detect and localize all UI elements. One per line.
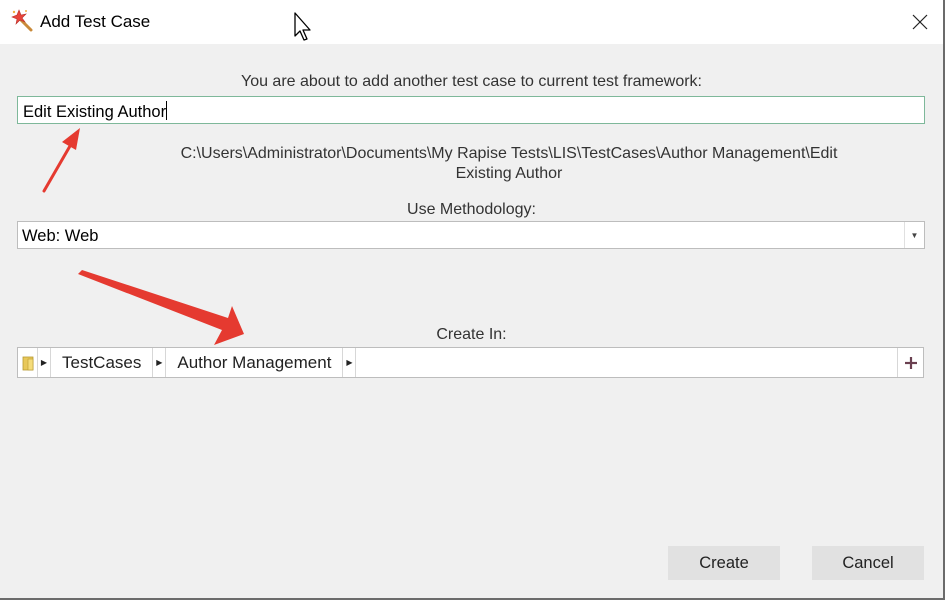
breadcrumb-item-testcases[interactable]: TestCases — [51, 348, 154, 377]
plus-icon — [904, 356, 917, 369]
test-case-path-line2: Existing Author — [455, 165, 563, 182]
methodology-label: Use Methodology: — [407, 201, 536, 218]
methodology-select[interactable]: Web: Web ▼ — [17, 221, 925, 249]
magic-wand-icon — [11, 9, 33, 32]
create-button[interactable]: Create — [668, 546, 780, 580]
breadcrumb-item-author-management[interactable]: Author Management — [166, 348, 344, 377]
create-in-label: Create In: — [436, 326, 507, 343]
annotation-arrow-up — [42, 128, 80, 193]
intro-label: You are about to add another test case t… — [240, 73, 702, 90]
add-folder-button[interactable] — [897, 348, 923, 377]
test-case-path: C:\Users\Administrator\Documents\My Rapi… — [100, 144, 918, 184]
close-icon — [912, 14, 928, 30]
folder-breadcrumb[interactable]: ▶ TestCases ▶ Author Management ▶ — [17, 347, 924, 378]
breadcrumb-empty-area[interactable] — [356, 348, 897, 377]
folder-icon — [22, 356, 33, 370]
title-bar: Add Test Case — [0, 0, 945, 44]
test-case-path-line1: C:\Users\Administrator\Documents\My Rapi… — [180, 145, 838, 162]
folder-root[interactable] — [18, 348, 38, 377]
text-caret — [166, 101, 168, 120]
breadcrumb-chevron-icon[interactable]: ▶ — [38, 348, 51, 377]
dropdown-arrow-icon[interactable]: ▼ — [904, 222, 924, 248]
methodology-value: Web: Web — [22, 227, 99, 245]
mouse-cursor-icon — [294, 12, 311, 41]
cancel-button[interactable]: Cancel — [812, 546, 924, 580]
close-button[interactable] — [895, 0, 945, 44]
breadcrumb-chevron-icon[interactable]: ▶ — [153, 348, 167, 377]
test-case-name-input[interactable]: Edit Existing Author — [17, 96, 925, 124]
window-title: Add Test Case — [40, 12, 151, 31]
test-case-name-value: Edit Existing Author — [23, 103, 167, 121]
breadcrumb-chevron-icon[interactable]: ▶ — [343, 348, 357, 377]
